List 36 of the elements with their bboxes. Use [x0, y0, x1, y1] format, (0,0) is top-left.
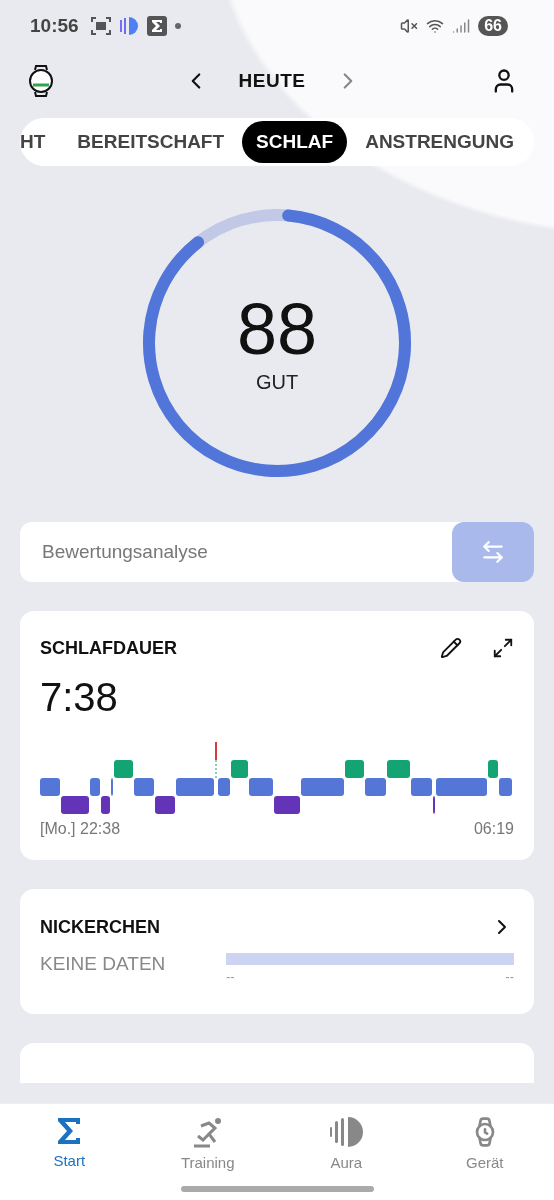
nav-item[interactable]: Gerät — [434, 1116, 535, 1200]
start-time: [Mo.] 22:38 — [40, 820, 121, 838]
battery-indicator: 66 — [478, 16, 508, 36]
analysis-label: Bewertungsanalyse — [42, 541, 208, 563]
no-data-label: KEINE DATEN — [40, 953, 166, 975]
tab[interactable]: ANSTRENGUNG — [351, 121, 528, 163]
aura-icon — [118, 16, 139, 36]
analysis-bar[interactable]: Bewertungsanalyse — [20, 522, 534, 582]
sleep-duration: 7:38 — [40, 675, 119, 720]
sleep-score: 88 — [236, 292, 318, 365]
dot-icon — [174, 23, 181, 29]
mute-icon — [400, 17, 419, 35]
screenshot-icon — [90, 17, 111, 35]
signal-icon — [452, 17, 471, 35]
nap-card[interactable]: NICKERCHEN KEINE DATEN -- -- — [20, 889, 534, 1014]
nav-item[interactable]: Aura — [296, 1116, 397, 1200]
wifi-icon — [426, 17, 445, 35]
tab[interactable]: BEREITSCHAFT — [63, 121, 239, 163]
card-title: NICKERCHEN — [40, 916, 160, 938]
watch-icon[interactable] — [28, 65, 54, 97]
end-time: 06:19 — [473, 820, 514, 838]
end-time: -- — [505, 969, 514, 984]
tab[interactable]: SCHLAF — [242, 121, 348, 163]
swap-icon — [480, 539, 506, 565]
score-rating: GUT — [255, 370, 299, 394]
expand-icon[interactable] — [492, 637, 514, 659]
nav-item[interactable]: Start — [19, 1116, 120, 1200]
status-time: 10:56 — [30, 15, 79, 37]
start-time: -- — [226, 969, 235, 984]
edit-icon[interactable] — [440, 637, 462, 659]
tab[interactable]: HT — [20, 121, 60, 163]
card-title: SCHLAFDAUER — [40, 637, 177, 659]
aura-icon — [329, 1116, 364, 1148]
day-title: HEUTE — [238, 70, 306, 92]
nav-item[interactable]: Training — [157, 1116, 258, 1200]
sigma-icon — [146, 16, 167, 36]
